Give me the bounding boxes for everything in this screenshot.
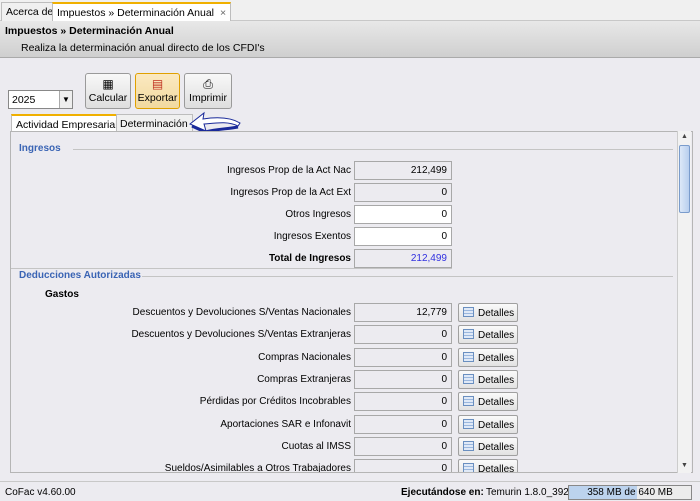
year-value: 2025 [12,94,36,106]
detalles-button[interactable]: Detalles [458,347,518,367]
button-label: Exportar [137,92,178,104]
memory-text: 358 MB de 640 MB [587,487,673,498]
section-deducciones: Deducciones Autorizadas [19,270,141,281]
memory-bar[interactable]: 358 MB de 640 MB [568,485,692,500]
table-icon [463,463,474,472]
button-label: Detalles [478,397,515,409]
ingreso-field: 212,499 [354,249,452,268]
runtime-value: Temurin 1.8.0_392 [486,487,569,498]
table-icon [463,351,474,362]
close-icon[interactable]: × [220,7,226,19]
form-panel: Ingresos Ingresos Prop de la Act Nac 212… [10,131,693,473]
chevron-down-icon[interactable]: ▼ [59,91,72,108]
deduccion-label: Descuentos y Devoluciones S/Ventas Extra… [131,329,351,341]
table-icon [463,373,474,384]
deduccion-label: Aportaciones SAR e Infonavit [220,418,351,430]
button-label: Detalles [478,308,515,319]
scroll-up-icon[interactable]: ▲ [679,133,690,142]
table-icon [463,329,474,340]
deduccion-field: 0 [354,347,452,367]
tab-actividad-empresarial[interactable]: Actividad Empresarial [11,114,123,132]
tab-acerca-de[interactable]: Acerca de [1,2,59,21]
detalles-button[interactable]: Detalles [458,325,518,345]
printer-icon: ⎙ [203,77,213,91]
ingreso-label: Ingresos Exentos [273,231,351,242]
version-label: CoFac v4.60.00 [5,487,76,498]
calcular-button[interactable]: ▦ Calcular [85,73,131,109]
deduccion-label: Cuotas al IMSS [281,440,351,452]
vertical-scrollbar[interactable]: ▲ ▼ [677,131,691,473]
button-label: Detalles [478,352,515,364]
page-subtitle: Realiza la determinación anual directo d… [21,42,265,54]
ingreso-field[interactable]: 0 [354,205,452,224]
deduccion-field: 12,779 [354,303,452,322]
deduccion-label: Pérdidas por Créditos Incobrables [199,396,351,408]
button-label: Detalles [478,441,515,453]
ingreso-label: Otros Ingresos [285,209,351,220]
table-icon [463,418,474,429]
detalles-button[interactable]: Detalles [458,369,518,389]
ingreso-label: Ingresos Prop de la Act Ext [230,187,351,198]
ingreso-field[interactable]: 0 [354,227,452,246]
section-ingresos: Ingresos [19,143,61,154]
scroll-down-icon[interactable]: ▼ [679,462,690,471]
calculator-icon: ▦ [102,77,114,91]
deduccion-field: 0 [354,325,452,345]
detalles-button[interactable]: Detalles [458,414,518,434]
page-header: Impuestos » Determinación Anual Realiza … [0,21,700,58]
button-label: Detalles [478,330,515,342]
table-icon [463,396,474,407]
tab-determinacion-anual[interactable]: Impuestos » Determinación Anual × [52,2,232,21]
document-tab-bar: Acerca de Impuestos » Determinación Anua… [0,0,700,21]
year-select[interactable]: 2025 ▼ [8,90,73,109]
page-title: Impuestos » Determinación Anual [5,25,174,37]
table-icon [463,440,474,451]
deduccion-label: Descuentos y Devoluciones S/Ventas Nacio… [132,307,351,318]
tab-label: Determinación [120,118,188,130]
runtime-label: Ejecutándose en: [401,487,484,498]
detalles-button[interactable]: Detalles [458,303,518,322]
tab-label: Acerca de [6,6,54,18]
table-icon [463,307,474,317]
detalles-button[interactable]: Detalles [458,392,518,412]
ingreso-field: 212,499 [354,161,452,180]
exportar-button[interactable]: ▤ Exportar [135,73,180,109]
ingreso-label: Ingresos Prop de la Act Nac [227,165,351,176]
button-label: Detalles [478,419,515,431]
deduccion-label: Compras Extranjeras [257,373,351,385]
detalles-button[interactable]: Detalles [458,436,518,456]
imprimir-button[interactable]: ⎙ Imprimir [184,73,232,109]
button-label: Imprimir [189,92,227,104]
deduccion-field: 0 [354,414,452,434]
deduccion-field: 0 [354,369,452,389]
ingreso-label: Total de Ingresos [268,253,351,264]
gastos-heading: Gastos [45,289,79,300]
export-icon: ▤ [151,77,164,91]
deduccion-field: 0 [354,392,452,412]
deduccion-field: 0 [354,459,452,472]
scroll-thumb[interactable] [679,145,690,213]
tab-label: Impuestos » Determinación Anual [57,7,215,19]
button-label: Calcular [88,92,128,104]
button-label: Detalles [478,374,515,386]
tab-label: Actividad Empresarial [16,119,118,131]
button-label: Detalles [478,464,515,473]
deduccion-label: Sueldos/Asimilables a Otros Trabajadores [164,463,351,473]
deduccion-label: Compras Nacionales [258,351,351,363]
tab-determinacion[interactable]: Determinación [116,114,193,132]
status-bar: CoFac v4.60.00 Ejecutándose en: Temurin … [0,481,700,501]
ingreso-field: 0 [354,183,452,202]
deduccion-field: 0 [354,436,452,456]
detalles-button[interactable]: Detalles [458,459,518,473]
